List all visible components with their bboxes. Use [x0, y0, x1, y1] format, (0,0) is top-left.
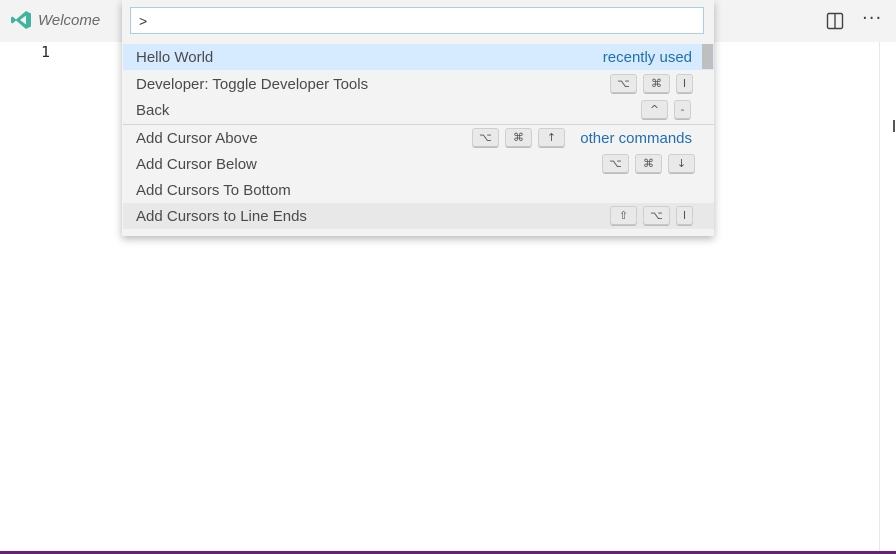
key-shift: ⇧ [610, 206, 637, 226]
key-down-arrow: ↓ [668, 154, 695, 174]
key-control: ^ [641, 100, 668, 120]
command-palette: Hello World recently used Developer: Tog… [122, 0, 714, 236]
editor-scroll-edge [879, 42, 880, 552]
split-editor-icon[interactable] [826, 12, 844, 30]
command-item-add-cursor-above[interactable]: Add Cursor Above ⌥ ⌘ ↑ other commands [123, 124, 714, 151]
command-label: Add Cursor Below [136, 156, 257, 173]
recently-used-hint: recently used [602, 49, 692, 66]
command-item-add-cursor-below[interactable]: Add Cursor Below ⌥ ⌘ ↓ [123, 151, 714, 177]
key-i: I [676, 206, 693, 226]
command-label: Add Cursors to Line Ends [136, 208, 307, 225]
keybinding: ⇧ ⌥ I [610, 206, 693, 226]
key-minus: - [674, 100, 691, 120]
key-i: I [676, 74, 693, 94]
command-label: Developer: Toggle Developer Tools [136, 76, 369, 93]
key-command: ⌘ [635, 154, 662, 174]
key-option: ⌥ [610, 74, 637, 94]
more-actions-icon[interactable]: ··· [862, 8, 882, 29]
keybinding: ⌥ ⌘ I [610, 74, 693, 94]
command-palette-input[interactable] [130, 7, 704, 34]
key-command: ⌘ [643, 74, 670, 94]
command-item-hello-world[interactable]: Hello World recently used [123, 44, 714, 70]
command-label: Hello World [136, 49, 214, 66]
command-item-add-cursors-to-line-ends[interactable]: Add Cursors to Line Ends ⇧ ⌥ I [123, 203, 714, 229]
palette-scrollbar-thumb[interactable] [702, 44, 713, 69]
keybinding: ⌥ ⌘ ↓ [602, 154, 695, 174]
key-option: ⌥ [602, 154, 629, 174]
overview-ruler-cursor [893, 120, 895, 132]
command-item-back[interactable]: Back ^ - [123, 97, 714, 123]
vscode-logo-icon [11, 11, 31, 29]
command-label: Back [136, 102, 170, 119]
keybinding: ^ - [641, 100, 691, 120]
command-label: Add Cursors To Bottom [136, 182, 291, 199]
line-number: 1 [41, 43, 51, 61]
command-item-add-cursors-to-bottom[interactable]: Add Cursors To Bottom [123, 177, 714, 203]
tab-welcome[interactable]: Welcome [0, 0, 122, 42]
key-up-arrow: ↑ [538, 128, 565, 148]
key-command: ⌘ [505, 128, 532, 148]
command-label: Add Cursor Above [136, 130, 258, 147]
command-item-toggle-developer-tools[interactable]: Developer: Toggle Developer Tools ⌥ ⌘ I [123, 71, 714, 97]
key-option: ⌥ [472, 128, 499, 148]
key-option: ⌥ [643, 206, 670, 226]
keybinding: ⌥ ⌘ ↑ [472, 128, 565, 148]
other-commands-hint: other commands [580, 130, 692, 147]
tab-label: Welcome [38, 12, 101, 29]
